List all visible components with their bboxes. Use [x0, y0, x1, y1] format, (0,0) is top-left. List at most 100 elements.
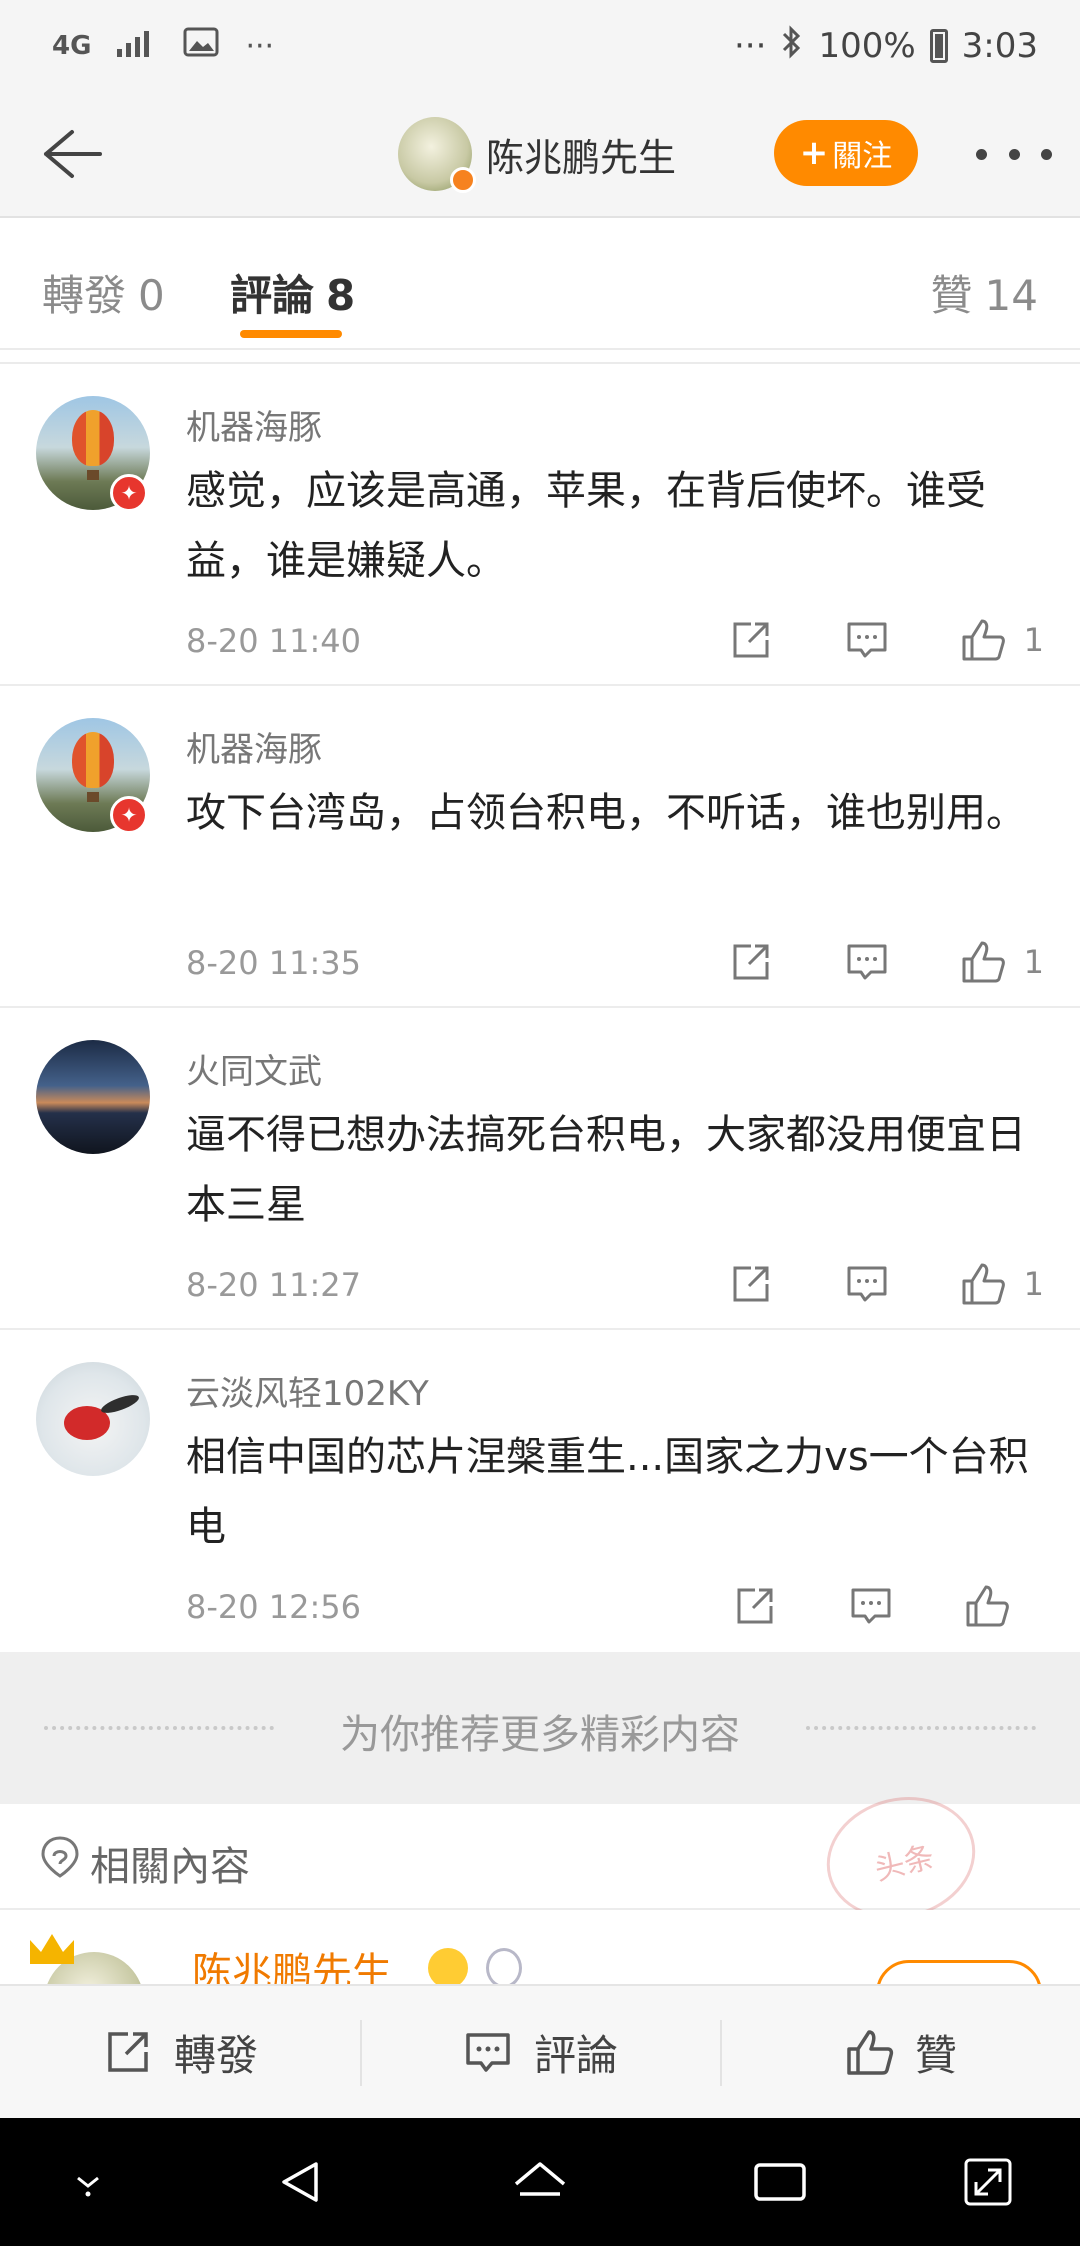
avatar[interactable]	[36, 1040, 150, 1154]
related-title: 相關內容	[90, 1844, 250, 1890]
follow-label: 關注	[832, 139, 893, 174]
tab-like-count: 14	[984, 271, 1038, 320]
tab-comment-count: 8	[326, 271, 356, 320]
header-username[interactable]: 陈兆鹏先生	[486, 127, 676, 182]
related-author-name[interactable]: 陈兆鹏先生	[192, 1940, 392, 1984]
nav-expand-button[interactable]	[956, 2150, 1020, 2214]
balloon-image	[72, 732, 114, 788]
comment-time: 8-20 12:56	[186, 1588, 362, 1626]
repost-label: 轉發	[173, 2030, 258, 2080]
header-profile[interactable]: 陈兆鹏先生	[398, 116, 676, 193]
clock: 3:03	[961, 26, 1038, 66]
comment-item: 火同文武 逼不得已想办法搞死台积电，大家都没用便宜日本三星 8-20 11:27…	[0, 1008, 1080, 1330]
back-button[interactable]	[28, 114, 108, 194]
comment-actions	[662, 1578, 1044, 1634]
recommend-divider: 为你推荐更多精彩内容	[0, 1652, 1080, 1804]
comment-button[interactable]: 評論	[360, 1986, 720, 2118]
dot-icon	[1008, 148, 1020, 160]
tab-repost[interactable]: 轉發 0	[42, 262, 165, 323]
repost-button[interactable]: 轉發	[0, 1986, 360, 2118]
expand-icon	[964, 2158, 1012, 2206]
comment-username[interactable]: 云淡风轻102KY	[186, 1366, 429, 1415]
thumbs-up-icon[interactable]	[960, 939, 1006, 985]
share-icon[interactable]	[728, 1261, 774, 1307]
related-section-header: 相關內容 头条	[0, 1781, 1080, 1935]
comment-time: 8-20 11:40	[186, 622, 362, 660]
bluetooth-icon	[780, 24, 804, 69]
thumbs-up-icon[interactable]	[960, 617, 1006, 663]
reply-icon[interactable]	[844, 1261, 890, 1307]
member-badge-icon	[110, 474, 148, 512]
avatar[interactable]	[36, 1362, 150, 1476]
share-icon[interactable]	[732, 1583, 778, 1629]
stamp-text: 头条	[871, 1839, 938, 1889]
network-label: 4G	[52, 31, 92, 61]
like-count: 1	[1023, 943, 1044, 981]
comment-text: 相信中国的芯片涅槃重生...国家之力vs一个台积电	[186, 1434, 1029, 1550]
bottom-action-bar: 轉發 評論 贊	[0, 1984, 1080, 2118]
dot-icon	[1041, 148, 1052, 160]
dotted-line	[806, 1726, 1036, 1730]
share-icon	[102, 2026, 154, 2078]
tab-repost-count: 0	[138, 271, 165, 320]
chevron-down-icon	[77, 2176, 99, 2197]
comment-username[interactable]: 机器海豚	[186, 722, 322, 771]
crown-icon	[30, 1934, 74, 1964]
nav-home-button[interactable]	[508, 2150, 572, 2214]
status-more: ···	[734, 26, 767, 66]
battery-percent: 100%	[818, 26, 916, 66]
like-count: 1	[1023, 1265, 1044, 1303]
comment-text: 逼不得已想办法搞死台积电，大家都没用便宜日本三星	[186, 1112, 1026, 1228]
comment-item: 机器海豚 感觉，应该是高通，苹果，在背后使坏。谁受益，谁是嫌疑人。 8-20 1…	[0, 364, 1080, 686]
follow-button[interactable]: + 關注	[774, 120, 918, 186]
comment-icon	[462, 2026, 514, 2078]
like-label: 贊	[914, 2030, 957, 2080]
comment-username[interactable]: 火同文武	[186, 1044, 322, 1093]
status-left: 4G ···	[52, 22, 274, 70]
reply-icon[interactable]	[844, 617, 890, 663]
status-right: ··· 100% 3:03	[734, 22, 1038, 70]
share-icon[interactable]	[728, 617, 774, 663]
comment-text: 攻下台湾岛，占领台积电，不听话，谁也别用。	[186, 790, 1026, 836]
comment-time: 8-20 11:35	[186, 944, 362, 982]
tab-like[interactable]: 贊 14	[931, 262, 1038, 323]
basket-image	[87, 470, 99, 480]
related-item-peek[interactable]: 陈兆鹏先生	[0, 1910, 1080, 1984]
nav-back-button[interactable]	[268, 2150, 332, 2214]
comment-actions: 1	[658, 1256, 1044, 1312]
more-dots-icon: ···	[245, 28, 275, 64]
comment-item: 机器海豚 攻下台湾岛，占领台积电，不听话，谁也别用。 8-20 11:35 1	[0, 686, 1080, 1008]
thumbs-up-icon[interactable]	[960, 1261, 1006, 1307]
reply-icon[interactable]	[848, 1583, 894, 1629]
thumbs-up-icon	[843, 2026, 895, 2078]
basket-image	[87, 792, 99, 802]
comment-time: 8-20 11:27	[186, 1266, 362, 1304]
location-pin-icon	[38, 1834, 82, 1880]
thumbs-up-icon[interactable]	[964, 1583, 1010, 1629]
share-icon[interactable]	[728, 939, 774, 985]
tab-bar: 轉發 0 評論 8 贊 14	[0, 218, 1080, 350]
recommend-text: 为你推荐更多精彩内容	[340, 1712, 740, 1758]
comment-actions: 1	[658, 934, 1044, 990]
like-count: 1	[1023, 621, 1044, 659]
comment-username[interactable]: 机器海豚	[186, 400, 322, 449]
more-options-button[interactable]	[976, 132, 1052, 176]
balloon-image	[72, 410, 114, 466]
reply-icon[interactable]	[844, 939, 890, 985]
like-button[interactable]: 贊	[720, 1986, 1080, 2118]
back-triangle-icon	[282, 2162, 318, 2202]
signal-icon	[117, 27, 157, 65]
comment-text: 感觉，应该是高通，苹果，在背后使坏。谁受益，谁是嫌疑人。	[186, 468, 986, 584]
tab-comment-label: 評論	[230, 271, 315, 320]
nav-recents-button[interactable]	[748, 2150, 812, 2214]
comment-actions: 1	[658, 612, 1044, 668]
tab-comment[interactable]: 評論 8	[230, 262, 355, 323]
active-tab-indicator	[240, 330, 342, 338]
nav-hide-button[interactable]	[56, 2150, 120, 2214]
related-follow-button[interactable]	[876, 1960, 1042, 1984]
tab-like-label: 贊	[930, 271, 973, 320]
avatar[interactable]	[398, 117, 476, 193]
medal-icon	[486, 1948, 522, 1984]
emoji-badge-icon	[428, 1948, 468, 1984]
plus-icon: +	[799, 133, 829, 173]
